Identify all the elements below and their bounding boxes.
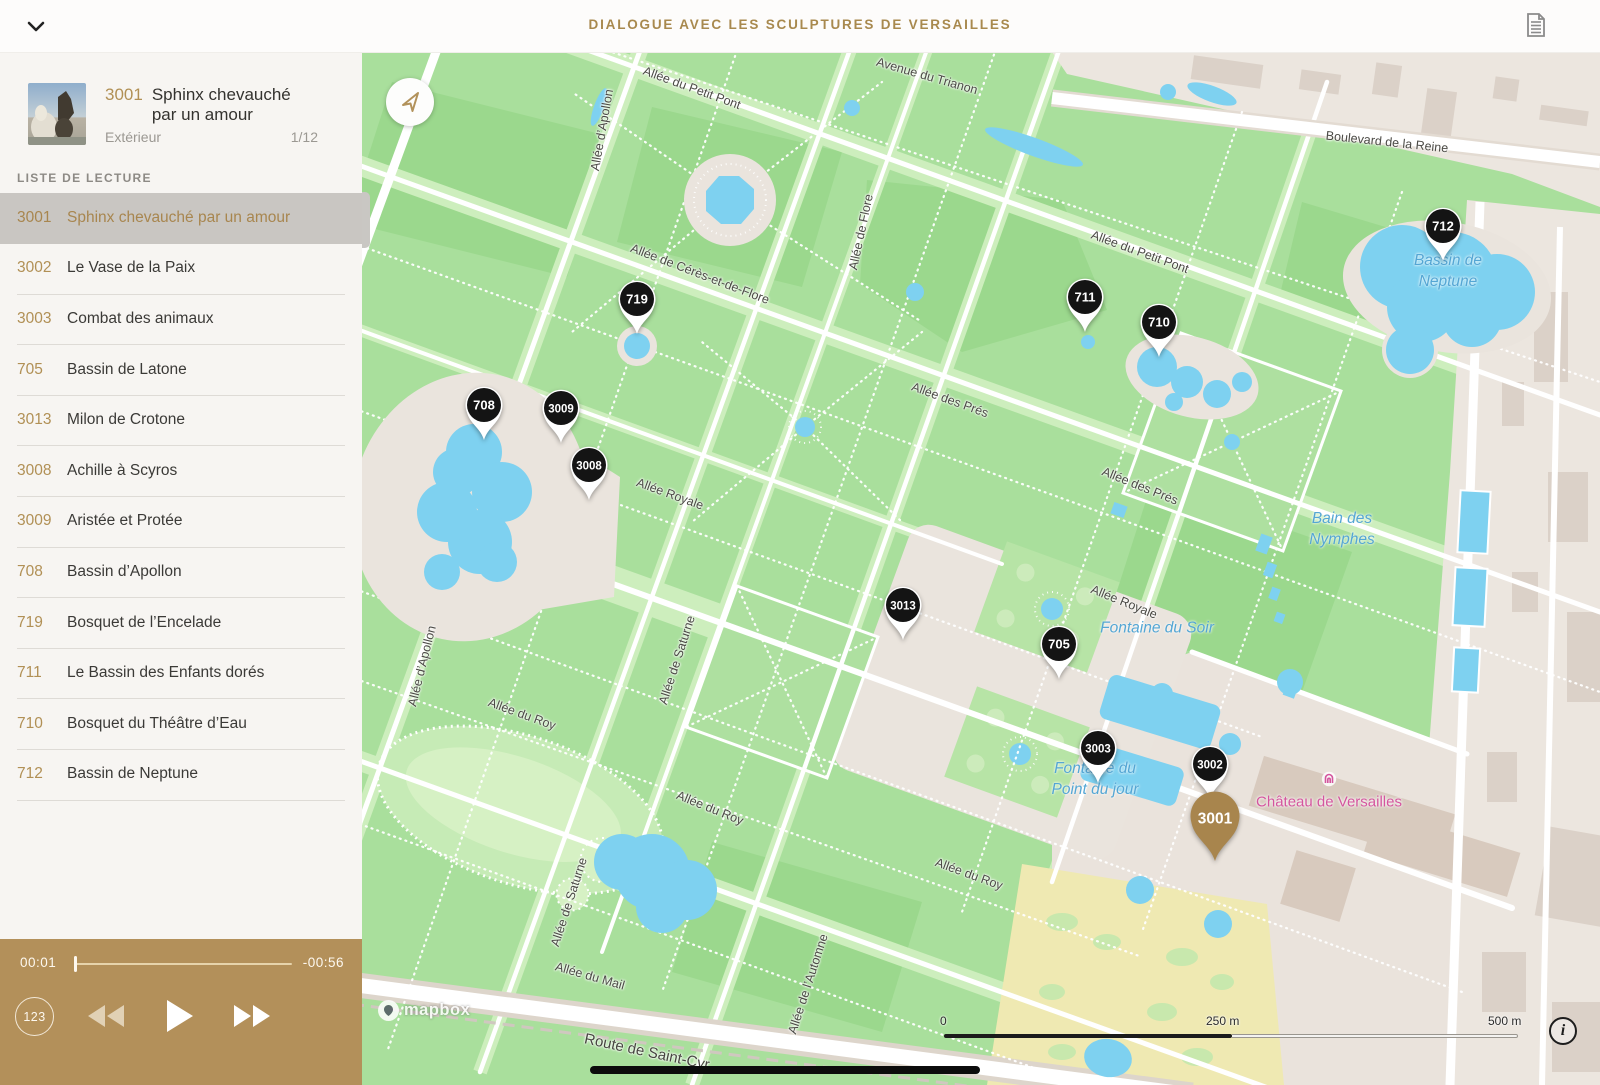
svg-text:3009: 3009 [548,404,574,416]
now-playing-text: 3001 Sphinx chevauché par un amour Extér… [105,85,320,145]
map-pin-3009[interactable]: 3009 [539,387,583,450]
playlist-item-number: 710 [17,715,67,733]
app-window: DIALOGUE AVEC LES SCULPTURES DE VERSAILL… [0,0,1600,1085]
svg-text:3002: 3002 [1197,760,1223,772]
mapbox-wordmark: mapbox [404,1001,470,1020]
playlist-item-title: Achille à Scyros [67,462,177,480]
now-playing-card[interactable]: 3001 Sphinx chevauché par un amour Extér… [0,52,362,162]
playlist-item-number: 708 [17,563,67,581]
map-pin-3001-selected[interactable]: 3001 [1187,787,1243,868]
mapbox-icon [378,1000,399,1021]
time-remaining: -00:56 [303,955,344,970]
svg-text:708: 708 [473,398,495,413]
map-pin-708[interactable]: 708 [462,384,506,447]
panel-drag-handle[interactable] [362,192,370,248]
map-pin-3003[interactable]: 3003 [1076,727,1120,790]
now-playing-position: 1/12 [291,129,318,145]
now-playing-thumbnail [28,83,86,145]
now-playing-title: Sphinx chevauché par un amour [152,85,304,124]
keypad-button[interactable]: 123 [15,997,54,1036]
svg-text:710: 710 [1148,315,1170,330]
page-title: DIALOGUE AVEC LES SCULPTURES DE VERSAILL… [0,17,1600,32]
playlist-item-title: Bosquet de l’Encelade [67,614,221,632]
rewind-button[interactable] [84,997,128,1034]
playlist-item-number: 719 [17,614,67,632]
playlist-item-title: Aristée et Protée [67,512,182,530]
playlist-item-3003[interactable]: 3003Combat des animaux [0,294,362,345]
playlist-item-number: 705 [17,361,67,379]
sidebar: 3001 Sphinx chevauché par un amour Extér… [0,52,362,939]
playlist-item-title: Le Bassin des Enfants dorés [67,664,264,682]
playlist-item-title: Sphinx chevauché par un amour [67,209,290,227]
progress-thumb[interactable] [74,956,77,972]
playlist-item-title: Milon de Crotone [67,411,185,429]
playlist-item-number: 3002 [17,259,67,277]
svg-text:711: 711 [1075,290,1096,305]
play-button[interactable] [160,997,200,1034]
playlist-item-3002[interactable]: 3002Le Vase de la Paix [0,244,362,295]
svg-text:712: 712 [1432,219,1454,234]
playlist-item-number: 3013 [17,411,67,429]
forward-button[interactable] [230,997,274,1034]
playlist-item-number: 711 [17,664,67,682]
svg-text:3013: 3013 [890,601,916,613]
playlist-heading: LISTE DE LECTURE [17,171,152,185]
playlist-item-title: Combat des animaux [67,310,213,328]
mapbox-attribution[interactable]: mapbox [378,1000,470,1021]
home-indicator[interactable] [590,1066,980,1074]
playlist-item-title: Bosquet du Théâtre d’Eau [67,715,247,733]
svg-text:3001: 3001 [1198,811,1233,828]
playlist-item-3009[interactable]: 3009Aristée et Protée [0,497,362,548]
playlist-item-719[interactable]: 719Bosquet de l’Encelade [0,598,362,649]
playlist-item-number: 3009 [17,512,67,530]
audio-player: 00:01 -00:56 123 [0,939,362,1085]
playlist-item-number: 3001 [17,209,67,227]
playlist-item-title: Bassin de Neptune [67,765,198,783]
map-pin-3008[interactable]: 3008 [567,444,611,507]
playlist-item-number: 3003 [17,310,67,328]
map-pin-3013[interactable]: 3013 [881,584,925,647]
playlist-item-705[interactable]: 705Bassin de Latone [0,345,362,396]
map-base-tiles [362,52,1600,1085]
playlist-item-title: Bassin de Latone [67,361,187,379]
map-pin-705[interactable]: 705 [1037,623,1081,686]
playlist-item-711[interactable]: 711Le Bassin des Enfants dorés [0,648,362,699]
playlist-item-number: 3008 [17,462,67,480]
svg-text:719: 719 [626,292,648,307]
playlist-item-3001[interactable]: 3001Sphinx chevauché par un amour [0,193,362,244]
progress-bar[interactable] [76,963,292,965]
playlist-item-710[interactable]: 710Bosquet du Théâtre d’Eau [0,699,362,750]
now-playing-number: 3001 [105,85,143,105]
playlist-item-title: Bassin d’Apollon [67,563,182,581]
navigation-arrow-icon [397,89,423,115]
svg-text:705: 705 [1048,637,1070,652]
playlist: 3001Sphinx chevauché par un amour3002Le … [0,193,362,800]
time-elapsed: 00:01 [20,955,56,970]
locate-button[interactable] [386,78,434,126]
document-icon[interactable] [1520,9,1552,41]
map-pin-712[interactable]: 712 [1421,205,1465,268]
info-button[interactable]: i [1549,1017,1577,1045]
svg-text:3003: 3003 [1085,744,1111,756]
map-canvas[interactable]: Allée du Petit PontAvenue du TrianonBoul… [362,52,1600,1085]
svg-text:3008: 3008 [576,461,602,473]
header-bar: DIALOGUE AVEC LES SCULPTURES DE VERSAILL… [0,0,1600,53]
playlist-item-number: 712 [17,765,67,783]
playlist-item-708[interactable]: 708Bassin d’Apollon [0,547,362,598]
map-pin-710[interactable]: 710 [1137,301,1181,364]
map-pin-719[interactable]: 719 [615,278,659,341]
playlist-item-title: Le Vase de la Paix [67,259,195,277]
playlist-item-712[interactable]: 712Bassin de Neptune [0,750,362,801]
playlist-item-3008[interactable]: 3008Achille à Scyros [0,446,362,497]
map-pin-711[interactable]: 711 [1063,276,1107,339]
now-playing-location: Extérieur [105,129,161,145]
playlist-item-3013[interactable]: 3013Milon de Crotone [0,395,362,446]
